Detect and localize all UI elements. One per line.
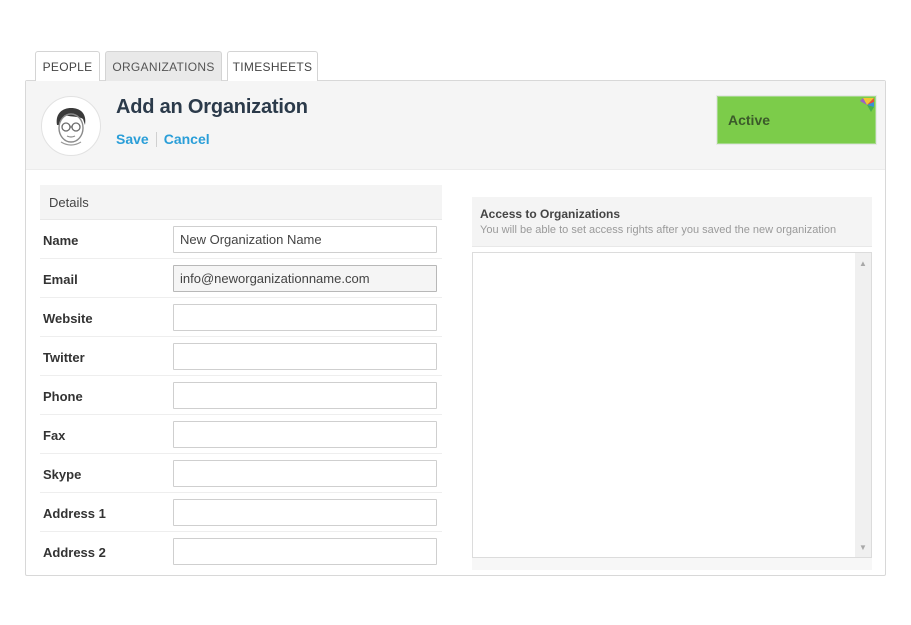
fax-field[interactable] — [173, 421, 437, 448]
access-footer — [472, 558, 872, 570]
form-row-email: Email — [40, 259, 442, 298]
address-1-label: Address 1 — [43, 506, 106, 521]
details-section: Details Name Email Website Twitter Phone… — [40, 185, 442, 571]
details-heading: Details — [40, 185, 442, 220]
address-1-field[interactable] — [173, 499, 437, 526]
address-2-field[interactable] — [173, 538, 437, 565]
status-label: Active — [728, 112, 771, 128]
form-row-twitter: Twitter — [40, 337, 442, 376]
email-label: Email — [43, 272, 78, 287]
person-avatar-icon — [41, 96, 101, 156]
form-row-website: Website — [40, 298, 442, 337]
organization-panel: Add an Organization Save Cancel Active D… — [25, 80, 886, 576]
skype-label: Skype — [43, 467, 82, 482]
cancel-button[interactable]: Cancel — [164, 131, 210, 147]
address-2-label: Address 2 — [43, 545, 106, 560]
header-actions: Save Cancel — [116, 131, 210, 147]
access-scrollbar[interactable]: ▲ ▼ — [855, 253, 871, 557]
status-active-button[interactable]: Active — [717, 96, 876, 144]
tab-people[interactable]: PEOPLE — [35, 51, 100, 81]
scroll-up-arrow-icon[interactable]: ▲ — [855, 256, 871, 270]
name-label: Name — [43, 233, 79, 248]
tab-bar: PEOPLE ORGANIZATIONS TIMESHEETS — [35, 51, 323, 81]
form-row-phone: Phone — [40, 376, 442, 415]
twitter-label: Twitter — [43, 350, 85, 365]
access-title: Access to Organizations — [480, 207, 621, 221]
website-field[interactable] — [173, 304, 437, 331]
phone-label: Phone — [43, 389, 83, 404]
name-field[interactable] — [173, 226, 437, 253]
skype-field[interactable] — [173, 460, 437, 487]
access-subtitle: You will be able to set access rights af… — [480, 224, 837, 236]
form-row-fax: Fax — [40, 415, 442, 454]
scroll-down-arrow-icon[interactable]: ▼ — [855, 540, 871, 554]
twitter-field[interactable] — [173, 343, 437, 370]
fax-label: Fax — [43, 428, 66, 443]
tab-timesheets[interactable]: TIMESHEETS — [227, 51, 318, 81]
website-label: Website — [43, 311, 93, 326]
access-section: Access to Organizations You will be able… — [472, 197, 872, 570]
email-field[interactable] — [173, 265, 437, 292]
action-divider — [155, 131, 157, 147]
form-row-skype: Skype — [40, 454, 442, 493]
form-row-address-2: Address 2 — [40, 532, 442, 571]
access-heading: Access to Organizations You will be able… — [472, 197, 872, 247]
save-button[interactable]: Save — [116, 131, 149, 147]
panel-header: Add an Organization Save Cancel Active — [26, 81, 885, 170]
tab-organizations[interactable]: ORGANIZATIONS — [105, 51, 222, 81]
color-flag-icon — [860, 98, 874, 112]
form-row-address-1: Address 1 — [40, 493, 442, 532]
phone-field[interactable] — [173, 382, 437, 409]
page-title: Add an Organization — [116, 96, 308, 118]
form-row-name: Name — [40, 220, 442, 259]
access-list[interactable]: ▲ ▼ — [472, 252, 872, 558]
